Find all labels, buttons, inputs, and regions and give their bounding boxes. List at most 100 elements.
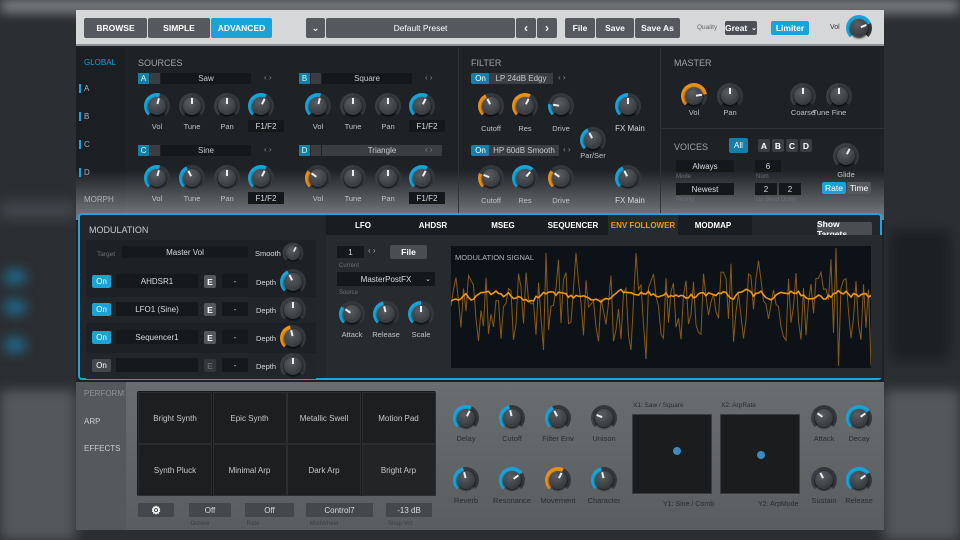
source-c-tune-knob[interactable] [179, 165, 205, 191]
perform-filter-env-knob[interactable] [545, 405, 571, 431]
coarse-tune-knob[interactable] [790, 83, 816, 109]
snapshot-pad[interactable]: Metallic Swell [287, 392, 361, 444]
nav-c[interactable]: C [79, 140, 90, 149]
mod-mode-dropdown[interactable]: - [222, 358, 248, 372]
source-a-pan-knob[interactable] [214, 93, 240, 119]
source-b-f1f2-knob[interactable] [409, 93, 435, 119]
voice-mode-dropdown[interactable]: Always [676, 160, 734, 172]
nav-d[interactable]: D [79, 168, 90, 177]
snapshot-pad[interactable]: Dark Arp [287, 444, 361, 496]
tab-modmap[interactable]: MODMAP [678, 215, 748, 235]
voices-all-button[interactable]: All [729, 138, 748, 153]
filter1-fx-dropdown[interactable]: FX Main [609, 122, 651, 134]
source-d-badge[interactable]: D [299, 145, 310, 156]
source-a-toggle[interactable] [150, 73, 160, 84]
mod-on-button[interactable]: On [92, 331, 111, 344]
snapshot-pad[interactable]: Motion Pad [361, 392, 436, 444]
xy2-handle[interactable] [757, 451, 765, 459]
nav-morph[interactable]: MORPH [84, 195, 114, 204]
simple-button[interactable]: SIMPLE [148, 18, 210, 38]
source-c-name[interactable]: Sine [161, 145, 251, 156]
source-b-name[interactable]: Square [322, 73, 412, 84]
source-c-badge[interactable]: C [138, 145, 149, 156]
source-d-f1f2-dropdown[interactable]: F1/F2 [409, 192, 445, 204]
mod-source-dropdown[interactable]: AHDSR1 [116, 274, 198, 288]
source-c-f1f2-dropdown[interactable]: F1/F2 [248, 192, 284, 204]
voice-num-dropdown[interactable]: 6 [755, 160, 781, 172]
file-button[interactable]: File [565, 18, 595, 38]
snapshot-pad[interactable]: Epic Synth [212, 392, 287, 444]
master-vol-knob[interactable] [681, 83, 707, 109]
filter2-fx-knob[interactable] [615, 165, 641, 191]
voice-priority-dropdown[interactable]: Newest [676, 183, 734, 195]
mod-e-button[interactable]: E [204, 275, 216, 288]
tab-ahdsr[interactable]: AHDSR [398, 215, 468, 235]
glide-time-button[interactable]: Time [847, 182, 871, 194]
source-a-vol-knob[interactable] [144, 93, 170, 119]
perform-delay-knob[interactable] [453, 405, 479, 431]
filter2-drive-knob[interactable] [548, 165, 574, 191]
mod-depth-knob[interactable] [280, 353, 306, 379]
tab-mseg[interactable]: MSEG [468, 215, 538, 235]
env-source-dropdown[interactable]: MasterPostFX ⌄ [337, 272, 435, 286]
mod-depth-knob[interactable] [280, 269, 306, 295]
nav-effects[interactable]: EFFECTS [84, 444, 120, 453]
mod-source-dropdown[interactable]: LFO1 (Sine) [116, 302, 198, 316]
mod-depth-knob[interactable] [280, 325, 306, 351]
quality-dropdown[interactable]: Great ⌄ [725, 21, 757, 35]
prev-preset-button[interactable]: ‹ [516, 18, 536, 38]
snapshot-pad[interactable]: Minimal Arp [212, 444, 287, 496]
xy1-handle[interactable] [673, 447, 681, 455]
mod-mode-dropdown[interactable]: - [222, 302, 248, 316]
filter2-arrows[interactable]: ‹ › [563, 145, 571, 154]
rate-stepper[interactable]: Off [245, 503, 294, 517]
source-b-f1f2-dropdown[interactable]: F1/F2 [409, 120, 445, 132]
env-index-arrows[interactable]: ‹ › [368, 246, 376, 255]
source-a-f1f2-knob[interactable] [248, 93, 274, 119]
mod-on-button[interactable]: On [92, 359, 111, 372]
nav-a[interactable]: A [79, 84, 89, 93]
mod-on-button[interactable]: On [92, 303, 111, 316]
filter1-type[interactable]: LP 24dB Edgy [489, 73, 553, 84]
preset-name[interactable]: Default Preset [326, 18, 515, 38]
bend-up-dropdown[interactable]: 2 [755, 183, 777, 195]
master-pan-knob[interactable] [717, 83, 743, 109]
source-c-f1f2-knob[interactable] [248, 165, 274, 191]
mod-source-dropdown[interactable]: Sequencer1 [116, 330, 198, 344]
master-volume-knob[interactable] [846, 15, 872, 41]
perform-release-knob[interactable] [846, 467, 872, 493]
filter1-drive-knob[interactable] [548, 93, 574, 119]
perform-cutoff-knob[interactable] [499, 405, 525, 431]
env-index[interactable]: 1 [337, 246, 364, 258]
filter1-on-button[interactable]: On [471, 73, 490, 84]
source-d-vol-knob[interactable] [305, 165, 331, 191]
nav-arp[interactable]: ARP [84, 417, 100, 426]
smooth-knob[interactable] [282, 242, 304, 264]
filter2-fx-dropdown[interactable]: FX Main [609, 194, 651, 206]
source-c-pan-knob[interactable] [214, 165, 240, 191]
preset-menu-button[interactable]: ⌄ [306, 18, 325, 38]
snapshot-pad[interactable]: Bright Arp [361, 444, 436, 496]
voices-c-button[interactable]: C [786, 139, 798, 152]
next-preset-button[interactable]: › [537, 18, 557, 38]
perform-character-knob[interactable] [591, 467, 617, 493]
mod-on-button[interactable]: On [92, 275, 111, 288]
mod-e-button[interactable]: E [204, 331, 216, 344]
source-b-toggle[interactable] [311, 73, 321, 84]
target-dropdown[interactable]: Master Vol [122, 246, 248, 258]
snapshot-pad[interactable]: Synth Pluck [138, 444, 212, 496]
octave-dropdown[interactable]: Off [189, 503, 231, 517]
source-c-arrows[interactable]: ‹ › [264, 145, 272, 154]
env-file-button[interactable]: File [390, 245, 427, 259]
source-b-badge[interactable]: B [299, 73, 310, 84]
snapshot-pad[interactable]: Bright Synth [138, 392, 212, 444]
show-targets-button[interactable]: Show Targets [817, 219, 872, 239]
source-d-toggle[interactable] [311, 145, 321, 156]
source-b-vol-knob[interactable] [305, 93, 331, 119]
filter1-cutoff-knob[interactable] [478, 93, 504, 119]
perform-attack-knob[interactable] [811, 405, 837, 431]
mod-mode-dropdown[interactable]: - [222, 274, 248, 288]
limiter-button[interactable]: Limiter [771, 21, 809, 35]
nav-b[interactable]: B [79, 112, 89, 121]
source-d-f1f2-knob[interactable] [409, 165, 435, 191]
